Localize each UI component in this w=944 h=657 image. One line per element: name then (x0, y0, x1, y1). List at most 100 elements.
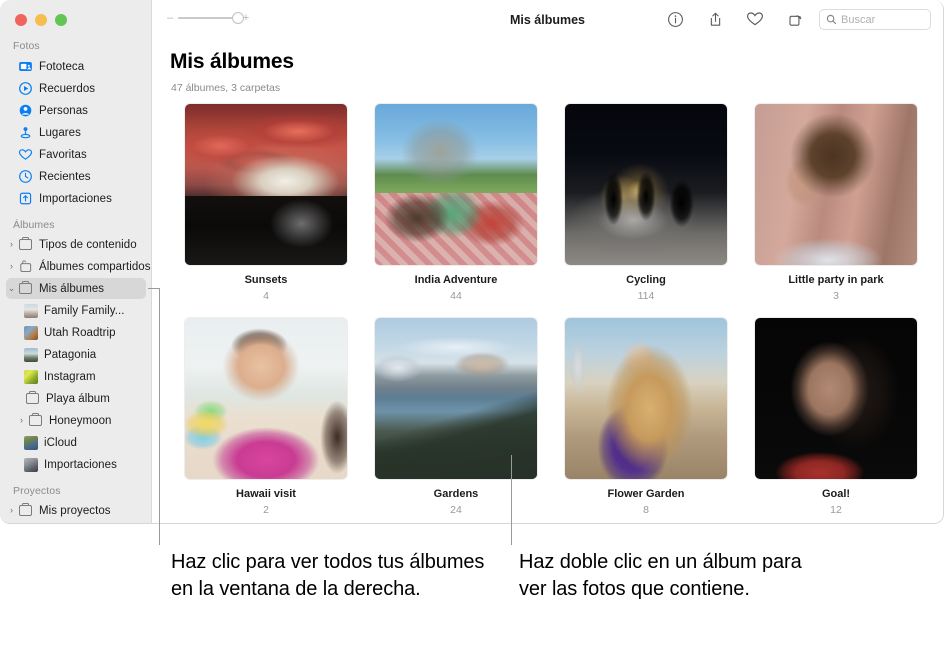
sidebar-item-playa-album[interactable]: Playa álbum (24, 388, 148, 409)
album-count: 8 (643, 504, 649, 516)
clock-icon (17, 169, 33, 185)
toolbar-actions (665, 9, 805, 29)
sidebar-item-instagram[interactable]: Instagram (24, 366, 148, 387)
album-cell-cycling[interactable]: Cycling 114 (551, 104, 741, 302)
chevron-right-icon[interactable]: › (16, 416, 27, 425)
album-cell-hawaii-visit[interactable]: Hawaii visit 2 (171, 318, 361, 516)
sidebar-item-label: Lugares (39, 126, 81, 139)
album-thumbnail[interactable] (375, 104, 537, 265)
album-count: 44 (450, 290, 462, 302)
album-thumbnail[interactable] (185, 318, 347, 479)
sidebar-item-label: Patagonia (44, 348, 97, 361)
share-icon[interactable] (705, 9, 725, 29)
callout-text-2: Haz doble clic en un álbum para ver las … (519, 551, 802, 600)
content-area: Mis álbumes 47 álbumes, 3 carpetas Sunse… (152, 42, 943, 523)
places-pin-icon (17, 125, 33, 141)
album-thumbnail-icon (24, 303, 38, 318)
sidebar-item-family-family[interactable]: Family Family... (24, 300, 148, 321)
album-count: 114 (637, 290, 655, 302)
heart-icon (17, 147, 33, 163)
sidebar-item-recientes[interactable]: Recientes (6, 166, 146, 187)
sidebar-item-label: Personas (39, 104, 88, 117)
sidebar-item-label: Recientes (39, 170, 91, 183)
albums-row: Hawaii visit 2 Gardens 24 Flower Garden … (171, 318, 931, 516)
album-cell-india-adventure[interactable]: India Adventure 44 (361, 104, 551, 302)
shared-album-icon (17, 259, 33, 275)
chevron-right-icon[interactable]: › (6, 506, 17, 515)
album-cell-little-party-in-park[interactable]: Little party in park 3 (741, 104, 931, 302)
sidebar-item-mis-proyectos[interactable]: › Mis proyectos (6, 500, 146, 521)
sidebar-section-albumes-header: Álbumes (13, 219, 55, 231)
sidebar-item-label: Recuerdos (39, 82, 96, 95)
album-thumbnail-icon (24, 325, 38, 340)
zoom-button[interactable] (55, 14, 67, 26)
close-button[interactable] (15, 14, 27, 26)
callout-text-1: Haz clic para ver todos tus álbumes en l… (171, 551, 485, 600)
minimize-button[interactable] (35, 14, 47, 26)
album-cell-sunsets[interactable]: Sunsets 4 (171, 104, 361, 302)
sidebar-item-patagonia[interactable]: Patagonia (24, 344, 148, 365)
sidebar-item-tipos-de-contenido[interactable]: › Tipos de contenido (6, 234, 146, 255)
folder-icon (17, 281, 33, 297)
sidebar-item-importaciones-album[interactable]: Importaciones (24, 454, 148, 475)
sidebar-item-personas[interactable]: Personas (6, 100, 146, 121)
sidebar-item-label: Importaciones (44, 458, 117, 471)
album-count: 2 (263, 504, 269, 516)
album-thumbnail[interactable] (755, 104, 917, 265)
callout-leader-2-vertical (511, 455, 512, 545)
import-icon (17, 191, 33, 207)
chevron-down-icon[interactable]: ⌄ (6, 284, 17, 293)
sidebar-item-honeymoon[interactable]: › Honeymoon (16, 410, 148, 431)
photos-window: Fotos Fototeca Recuerdos Personas Lugare… (0, 0, 944, 524)
sidebar-item-favoritas[interactable]: Favoritas (6, 144, 146, 165)
album-thumbnail[interactable] (565, 318, 727, 479)
sidebar-item-fototeca[interactable]: Fototeca (6, 56, 146, 77)
sidebar-item-label: Playa álbum (46, 392, 110, 405)
toolbar: – + Mis álbumes Buscar (152, 0, 943, 43)
album-thumbnail[interactable] (565, 104, 727, 265)
folder-icon (24, 391, 40, 407)
album-thumbnail[interactable] (185, 104, 347, 265)
sidebar-item-icloud[interactable]: iCloud (24, 432, 148, 453)
album-name: Hawaii visit (236, 488, 296, 500)
sidebar-item-lugares[interactable]: Lugares (6, 122, 146, 143)
sidebar-item-label: Favoritas (39, 148, 87, 161)
sidebar-item-albumes-compartidos[interactable]: › Álbumes compartidos (6, 256, 150, 277)
favorite-heart-icon[interactable] (745, 9, 765, 29)
sidebar-item-label: Fototeca (39, 60, 85, 73)
callout-leader-1-vertical (159, 288, 160, 545)
sidebar-item-importaciones[interactable]: Importaciones (6, 188, 146, 209)
memories-icon (17, 81, 33, 97)
sidebar-item-recuerdos[interactable]: Recuerdos (6, 78, 146, 99)
sidebar-item-label: Instagram (44, 370, 96, 383)
sidebar-section-proyectos-header: Proyectos (13, 485, 61, 497)
sidebar-item-label: Importaciones (39, 192, 112, 205)
chevron-right-icon[interactable]: › (6, 240, 17, 249)
sidebar-item-mis-albumes[interactable]: ⌄ Mis álbumes (6, 278, 146, 299)
albums-row: Sunsets 4 India Adventure 44 Cycling 114 (171, 104, 931, 302)
window-controls[interactable] (15, 14, 67, 26)
album-count: 4 (263, 290, 269, 302)
album-thumbnail-icon (24, 369, 38, 384)
search-input[interactable]: Buscar (841, 14, 875, 26)
search-icon (826, 14, 837, 25)
sidebar-item-label: Mis proyectos (39, 504, 111, 517)
rotate-icon[interactable] (785, 9, 805, 29)
album-count: 3 (833, 290, 839, 302)
album-thumbnail[interactable] (755, 318, 917, 479)
albums-grid: Sunsets 4 India Adventure 44 Cycling 114 (171, 104, 931, 516)
album-cell-gardens[interactable]: Gardens 24 (361, 318, 551, 516)
chevron-right-icon[interactable]: › (6, 262, 17, 271)
album-name: Flower Garden (607, 488, 685, 500)
info-icon[interactable] (665, 9, 685, 29)
page-subtitle: 47 álbumes, 3 carpetas (171, 82, 281, 94)
page-title: Mis álbumes (170, 50, 294, 73)
album-thumbnail[interactable] (375, 318, 537, 479)
album-thumbnail-icon (24, 435, 38, 450)
album-cell-flower-garden[interactable]: Flower Garden 8 (551, 318, 741, 516)
sidebar-item-utah-roadtrip[interactable]: Utah Roadtrip (24, 322, 148, 343)
sidebar-item-label: Mis álbumes (39, 282, 105, 295)
search-field[interactable]: Buscar (819, 9, 931, 30)
album-cell-goal[interactable]: Goal! 12 (741, 318, 931, 516)
folder-icon (27, 413, 43, 429)
